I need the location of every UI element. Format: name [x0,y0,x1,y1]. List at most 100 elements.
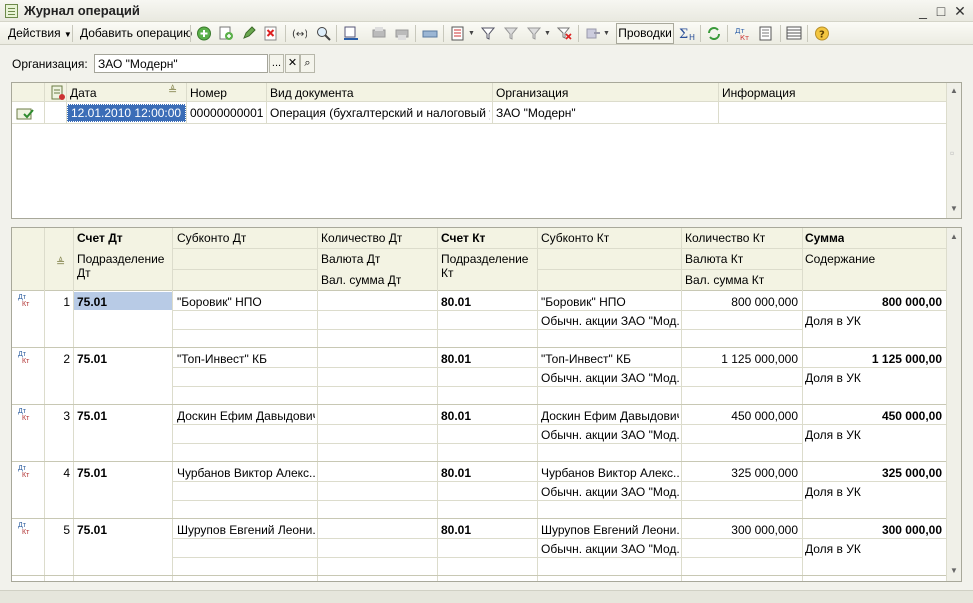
header-kt-subconto[interactable]: Субконто Кт [541,231,609,245]
header-kt-department[interactable]: Подразделение Кт [441,252,535,280]
vertical-scrollbar[interactable]: ▲ ▼ [946,228,961,581]
close-window-button[interactable]: ✕ [951,2,969,20]
header-dt-quantity[interactable]: Количество Дт [321,231,402,245]
kt-subconto-cell: Шурупов Евгений Леони... [541,523,679,537]
kt-quantity-cell: 325 000,000 [731,466,798,480]
report-icon[interactable] [757,25,775,42]
sum-cell: 300 000,00 [881,523,942,537]
clear-icon[interactable]: ✕ [285,54,300,73]
content-cell: Доля в УК [805,542,861,556]
clear-filter-icon[interactable] [556,25,574,42]
dt-kt-icon: Дт Кт [18,408,29,422]
content-cell: Доля в УК [805,485,861,499]
header-content[interactable]: Содержание [805,252,875,266]
header-kt-currency[interactable]: Валюта Кт [685,252,743,266]
column-header-doc-type[interactable]: Вид документа [270,86,354,100]
sum-icon[interactable]: ΣH [678,25,696,42]
header-kt-quantity[interactable]: Количество Кт [685,231,765,245]
organization-input[interactable] [94,54,268,73]
kt-subconto-cell: Чурбанов Виктор Алекс... [541,466,679,480]
scroll-up-icon[interactable]: ▲ [950,86,958,95]
filter-history-icon[interactable] [525,25,543,42]
toolbar-separator [807,25,808,42]
toolbar-separator [336,25,337,42]
entries-table: ≜ Счет Дт Субконто Дт Количество Дт Счет… [11,227,962,582]
dt-subconto-cell: Доскин Ефим Давыдович [177,409,315,423]
document-flow-icon[interactable] [342,25,360,42]
header-dt-account[interactable]: Счет Дт [77,231,123,245]
column-header-information[interactable]: Информация [722,86,795,100]
structure-icon[interactable] [421,25,439,42]
toolbar-separator [780,25,781,42]
vertical-scrollbar[interactable]: ▲ ▫ ▼ [946,83,961,218]
list-settings-icon[interactable] [449,25,467,42]
kt-label: Кт [22,301,30,308]
status-bar [0,590,973,603]
actions-menu-button[interactable]: Действия ▼ [5,25,75,42]
kt-quantity-cell: 450 000,000 [731,409,798,423]
dt-label: Дт [18,522,26,529]
column-header-date[interactable]: Дата [70,86,97,100]
kt-label: Кт [22,472,30,479]
organization-cell: ЗАО "Модерн" [496,106,576,120]
scroll-up-icon[interactable]: ▲ [950,232,958,241]
kt-subconto2-cell: Обычн. акции ЗАО "Мод... [541,314,679,328]
edit-icon[interactable] [240,25,258,42]
content-cell: Доля в УК [805,428,861,442]
row-number: 1 [63,295,70,309]
sort-icon[interactable]: ≜ [168,84,177,97]
kt-subconto2-cell: Обычн. акции ЗАО "Мод... [541,542,679,556]
header-dt-subconto[interactable]: Субконто Дт [177,231,246,245]
chevron-down-icon[interactable]: ▼ [603,25,611,42]
chevron-down-icon[interactable]: ▼ [468,25,476,42]
chevron-down-icon[interactable]: ▼ [544,25,552,42]
kt-subconto2-cell: Обычн. акции ЗАО "Мод... [541,485,679,499]
add-operation-button[interactable]: Добавить операцию [77,25,195,42]
content-cell: Доля в УК [805,371,861,385]
header-kt-account[interactable]: Счет Кт [441,231,485,245]
maximize-button[interactable]: □ [932,2,950,20]
print-preview-icon[interactable] [393,25,411,42]
refresh-icon[interactable] [705,25,723,42]
dt-label: Дт [18,465,26,472]
column-header-organization[interactable]: Организация [496,86,568,100]
kt-subconto-cell: "Боровик" НПО [541,295,626,309]
header-dt-department[interactable]: Подразделение Дт [77,252,171,280]
doc-type-cell: Операция (бухгалтерский и налоговый у... [270,106,490,120]
kt-account-cell: 80.01 [441,352,472,366]
title-bar: Журнал операций _ □ ✕ [0,0,973,22]
post-document-icon[interactable]: (↔) [290,25,308,42]
provodki-button[interactable]: Проводки [616,23,674,44]
dt-kt-report-icon[interactable]: Дт Кт [733,25,751,42]
dt-subconto-cell: Шурупов Евгений Леони... [177,523,315,537]
filter-icon[interactable] [479,25,497,42]
search-icon[interactable]: ⌕ [300,54,315,73]
find-icon[interactable] [314,25,332,42]
columns-icon[interactable] [785,25,803,42]
sort-icon[interactable]: ≜ [56,256,65,269]
delete-icon[interactable] [262,25,280,42]
minimize-button[interactable]: _ [914,2,932,20]
row-number: 5 [63,523,70,537]
row-number: 3 [63,409,70,423]
sum-cell: 1 125 000,00 [871,352,942,366]
dt-account-cell: 75.01 [77,523,108,537]
add-icon[interactable] [195,25,213,42]
help-icon[interactable]: ? [813,25,831,42]
column-header-number[interactable]: Номер [190,86,227,100]
scroll-down-icon[interactable]: ▼ [950,204,958,213]
filter-by-value-icon[interactable] [502,25,520,42]
dt-account-cell: 75.01 [77,466,108,480]
kt-account-cell: 80.01 [441,409,472,423]
header-kt-currency-sum[interactable]: Вал. сумма Кт [685,273,764,287]
scroll-down-icon[interactable]: ▼ [950,566,958,575]
header-sum[interactable]: Сумма [805,231,844,245]
toolbar-separator [72,25,73,42]
copy-icon[interactable] [217,25,235,42]
header-dt-currency-sum[interactable]: Вал. сумма Дт [321,273,401,287]
select-button[interactable]: ... [269,54,284,73]
go-to-icon[interactable] [584,25,602,42]
scroll-thumb[interactable]: ▫ [950,146,954,160]
header-dt-currency[interactable]: Валюта Дт [321,252,380,266]
print-icon[interactable] [370,25,388,42]
